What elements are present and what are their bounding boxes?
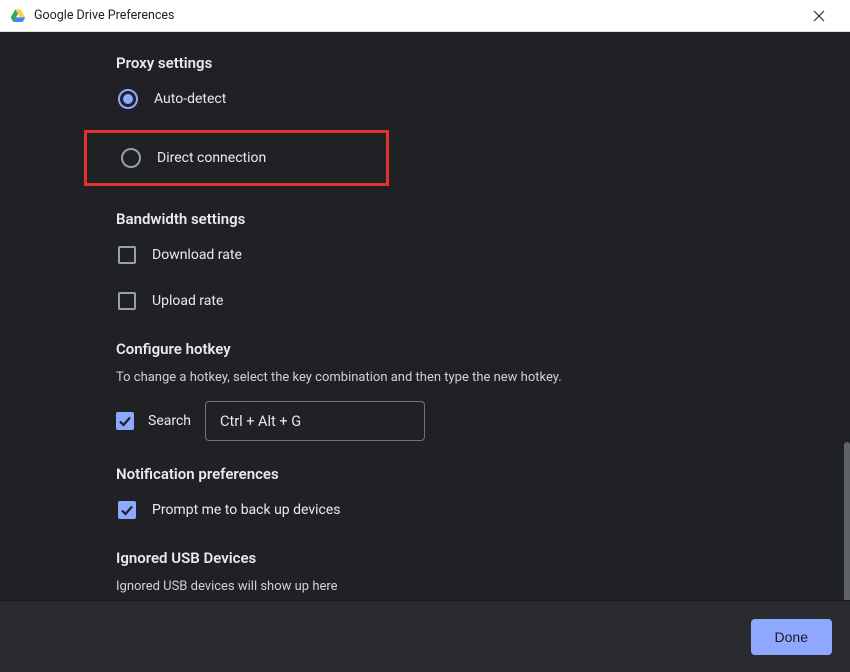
upload-rate-row[interactable]: Upload rate (116, 286, 830, 316)
annotation-highlight: Direct connection (84, 130, 389, 186)
search-hotkey-label: Search (148, 413, 191, 429)
preferences-window: Google Drive Preferences Proxy settings … (0, 0, 850, 672)
window-title: Google Drive Preferences (34, 8, 174, 23)
download-rate-label: Download rate (152, 247, 242, 263)
proxy-auto-detect-row[interactable]: Auto-detect (116, 84, 830, 114)
footer: Done (0, 600, 850, 672)
proxy-auto-detect-label: Auto-detect (154, 91, 226, 107)
hotkey-value: Ctrl + Alt + G (220, 413, 301, 430)
proxy-auto-detect-radio[interactable] (118, 89, 138, 109)
prompt-backup-row[interactable]: Prompt me to back up devices (116, 495, 830, 525)
close-icon (813, 10, 825, 22)
download-rate-row[interactable]: Download rate (116, 240, 830, 270)
download-rate-checkbox[interactable] (118, 246, 136, 264)
upload-rate-label: Upload rate (152, 293, 223, 309)
prompt-backup-label: Prompt me to back up devices (152, 502, 341, 518)
proxy-direct-row[interactable]: Direct connection (119, 143, 266, 173)
hotkey-hint: To change a hotkey, select the key combi… (116, 370, 830, 385)
hotkey-input[interactable]: Ctrl + Alt + G (205, 401, 425, 441)
check-icon (119, 502, 135, 518)
ignored-usb-heading: Ignored USB Devices (116, 549, 830, 567)
prompt-backup-checkbox[interactable] (118, 501, 136, 519)
proxy-heading: Proxy settings (116, 54, 830, 72)
notifications-heading: Notification preferences (116, 465, 830, 483)
content-area: Proxy settings Auto-detect Direct connec… (0, 32, 850, 600)
bandwidth-heading: Bandwidth settings (116, 210, 830, 228)
google-drive-icon (10, 8, 26, 24)
proxy-direct-radio[interactable] (121, 148, 141, 168)
scrollbar[interactable] (844, 442, 850, 600)
upload-rate-checkbox[interactable] (118, 292, 136, 310)
proxy-direct-label: Direct connection (157, 150, 266, 166)
check-icon (117, 413, 133, 429)
close-button[interactable] (796, 0, 842, 32)
done-button[interactable]: Done (751, 619, 832, 655)
search-hotkey-checkbox[interactable] (116, 412, 134, 430)
hotkey-row: Search Ctrl + Alt + G (116, 401, 830, 441)
ignored-usb-text: Ignored USB devices will show up here (116, 579, 830, 594)
hotkey-heading: Configure hotkey (116, 340, 830, 358)
titlebar: Google Drive Preferences (0, 0, 850, 32)
